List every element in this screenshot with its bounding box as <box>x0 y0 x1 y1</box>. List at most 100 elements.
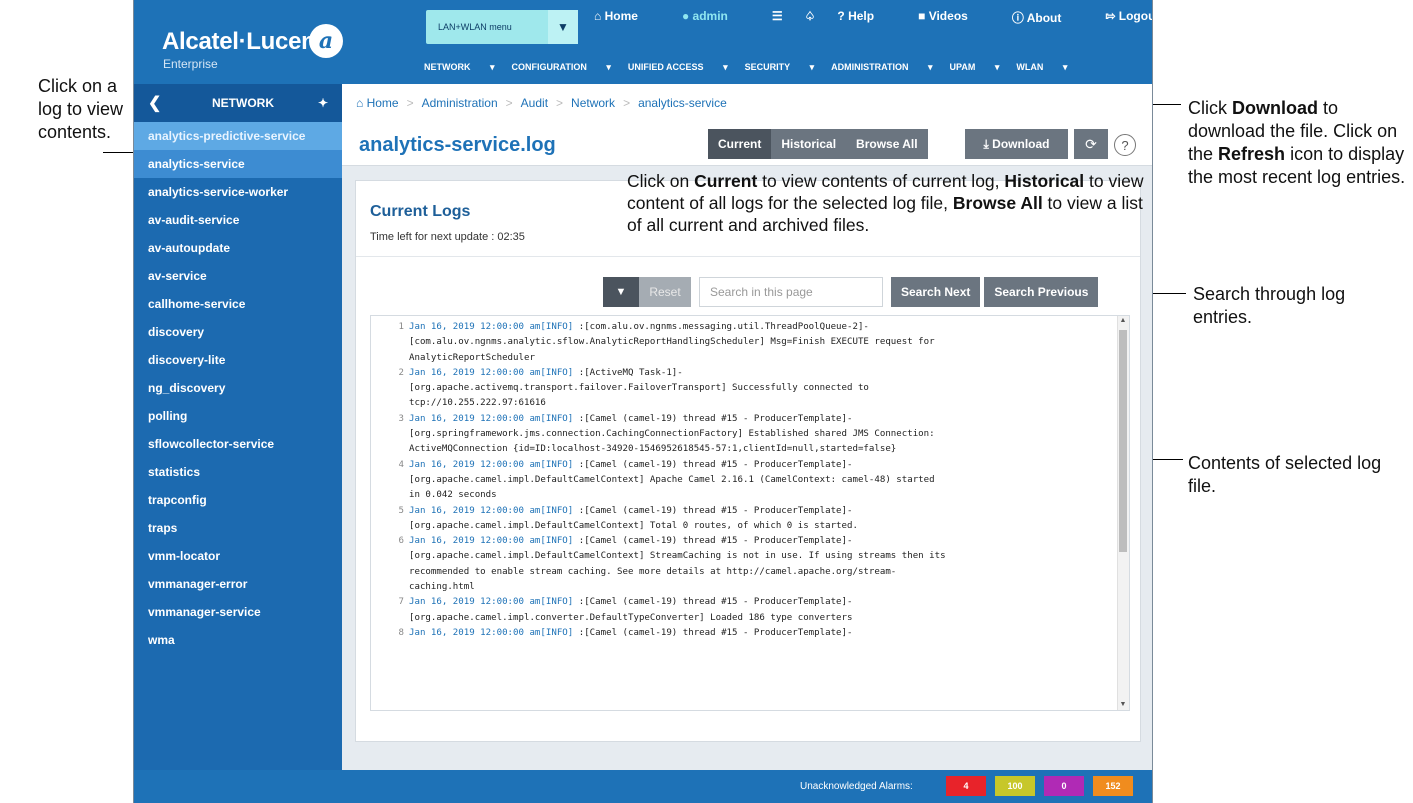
sidebar-item-analytics-service[interactable]: analytics-service <box>134 150 342 178</box>
app-window: Alcatel·Lucent Enterprise a LAN+WLAN men… <box>133 0 1153 803</box>
top-link-home[interactable]: ⌂ Home <box>594 9 660 26</box>
log-timestamp: Jan 16, 2019 12:00:00 am[INFO] <box>409 322 574 332</box>
sidebar-item-vmm-locator[interactable]: vmm-locator <box>134 542 342 570</box>
log-timestamp: Jan 16, 2019 12:00:00 am[INFO] <box>409 597 574 608</box>
top-link-admin-label: admin <box>692 9 728 23</box>
sidebar-item-vmmanager-error[interactable]: vmmanager-error <box>134 570 342 598</box>
sidebar-item-analytics-service-worker[interactable]: analytics-service-worker <box>134 178 342 206</box>
alarm-major[interactable]: 100 <box>995 776 1035 796</box>
back-arrow-icon[interactable]: ❮ <box>148 93 198 113</box>
panel-title: Current Logs <box>370 203 471 220</box>
search-previous-button[interactable]: Search Previous <box>984 277 1099 307</box>
sidebar-item-discovery[interactable]: discovery <box>134 318 342 346</box>
download-icon: ⤓ <box>983 136 993 151</box>
log-line-text: Jan 16, 2019 12:00:00 am[INFO] :[Camel (… <box>409 534 1117 595</box>
sidebar-item-av-audit-service[interactable]: av-audit-service <box>134 206 342 234</box>
breadcrumb-administration[interactable]: Administration <box>422 96 498 110</box>
top-link-videos[interactable]: ■ Videos <box>918 9 990 26</box>
chevron-down-icon: ▼ <box>548 10 578 44</box>
log-entry: 3 Jan 16, 2019 12:00:00 am[INFO] :[Camel … <box>371 412 1117 458</box>
tab-historical[interactable]: Historical <box>771 129 847 159</box>
top-link-help[interactable]: ? Help <box>837 9 896 26</box>
breadcrumb-home[interactable]: Home <box>367 96 399 110</box>
home-icon: ⌂ <box>356 96 367 110</box>
top-link-about[interactable]: ⓘ About <box>1012 9 1084 26</box>
top-link-admin[interactable]: ● admin <box>682 9 750 26</box>
filter-button[interactable]: ▼ <box>603 277 639 307</box>
page-title: analytics-service.log <box>359 134 556 156</box>
reset-button[interactable]: Reset <box>639 277 691 307</box>
tab-browse-all[interactable]: Browse All <box>846 129 928 159</box>
sidebar-item-polling[interactable]: polling <box>134 402 342 430</box>
top-nav: ⌂ Home ● admin ☰ ♤ ? Help ■ Videos ⓘ Abo… <box>594 9 1152 26</box>
log-line-number: 1 <box>398 322 404 332</box>
sidebar-item-trapconfig[interactable]: trapconfig <box>134 486 342 514</box>
header: Alcatel·Lucent Enterprise a LAN+WLAN men… <box>134 0 1152 84</box>
logo-subtitle: Enterprise <box>163 57 218 71</box>
log-message: :[Camel (camel-19) thread #15 - Producer… <box>573 627 853 638</box>
scrollbar-thumb[interactable] <box>1119 330 1127 552</box>
logo-icon: a <box>309 24 343 58</box>
sidebar-item-callhome-service[interactable]: callhome-service <box>134 290 342 318</box>
sidebar-item-traps[interactable]: traps <box>134 514 342 542</box>
search-input[interactable] <box>699 277 883 307</box>
menu-network[interactable]: NETWORK ▾ <box>424 62 495 73</box>
sidebar-item-statistics[interactable]: statistics <box>134 458 342 486</box>
menu-administration[interactable]: ADMINISTRATION ▾ <box>831 62 932 73</box>
help-icon[interactable]: ? <box>1114 134 1136 156</box>
log-entry: 2 Jan 16, 2019 12:00:00 am[INFO] :[Active… <box>371 366 1117 412</box>
sidebar-item-av-autoupdate[interactable]: av-autoupdate <box>134 234 342 262</box>
annotation-search: Search through log entries. <box>1193 284 1346 327</box>
main-nav: NETWORK ▾ CONFIGURATION ▾ UNIFIED ACCESS… <box>424 62 1084 73</box>
pin-icon[interactable]: ✦ <box>318 96 328 110</box>
sidebar-item-vmmanager-service[interactable]: vmmanager-service <box>134 598 342 626</box>
top-link-videos-label: Videos <box>928 9 968 23</box>
tab-current[interactable]: Current <box>708 129 772 159</box>
menu-configuration[interactable]: CONFIGURATION ▾ <box>512 62 611 73</box>
top-link-logout[interactable]: ⇰ Logout <box>1105 9 1152 26</box>
scrollbar[interactable]: ▲ ▼ <box>1117 316 1129 710</box>
sidebar-item-ng-discovery[interactable]: ng_discovery <box>134 374 342 402</box>
sidebar-item-av-service[interactable]: av-service <box>134 262 342 290</box>
log-line-number: 5 <box>398 505 404 516</box>
sidebar-item-sflowcollector-service[interactable]: sflowcollector-service <box>134 430 342 458</box>
sidebar: ❮ NETWORK ✦ analytics-predictive-service… <box>134 84 342 770</box>
log-line-text: Jan 16, 2019 12:00:00 am[INFO] :[Camel (… <box>409 458 1117 504</box>
alarms-label: Unacknowledged Alarms: <box>800 781 913 792</box>
breadcrumb-network[interactable]: Network <box>571 96 615 110</box>
log-lines: 1 Jan 16, 2019 12:00:00 am[INFO] :[com.al… <box>371 320 1117 641</box>
log-line-number: 7 <box>398 597 404 608</box>
search-next-button[interactable]: Search Next <box>891 277 981 307</box>
breadcrumb-audit[interactable]: Audit <box>521 96 548 110</box>
menu-wlan[interactable]: WLAN ▾ <box>1016 62 1067 73</box>
log-timestamp: Jan 16, 2019 12:00:00 am[INFO] <box>409 505 574 516</box>
top-link-about-label: About <box>1026 11 1062 25</box>
top-link-logout-label: Logout <box>1118 9 1152 23</box>
search-toolbar: ▼ Reset Search Next Search Previous <box>603 277 1099 307</box>
list-icon[interactable]: ☰ <box>772 9 783 26</box>
filter-icon: ▼ <box>615 286 627 298</box>
log-viewer[interactable]: 1 Jan 16, 2019 12:00:00 am[INFO] :[com.al… <box>370 315 1130 711</box>
menu-security[interactable]: SECURITY ▾ <box>745 62 815 73</box>
refresh-button[interactable]: ⟳ <box>1074 129 1108 159</box>
alarm-critical[interactable]: 4 <box>946 776 986 796</box>
log-timestamp: Jan 16, 2019 12:00:00 am[INFO] <box>409 627 574 638</box>
menu-upam[interactable]: UPAM ▾ <box>950 62 1000 73</box>
sidebar-item-analytics-predictive-service[interactable]: analytics-predictive-service <box>134 122 342 150</box>
alarm-minor[interactable]: 0 <box>1044 776 1084 796</box>
download-button[interactable]: ⤓ Download <box>965 129 1068 159</box>
sidebar-title: NETWORK <box>212 96 274 110</box>
scroll-down-icon[interactable]: ▼ <box>1119 701 1127 708</box>
log-entry: 1 Jan 16, 2019 12:00:00 am[INFO] :[com.al… <box>371 320 1117 366</box>
menu-unified-access[interactable]: UNIFIED ACCESS ▾ <box>628 62 728 73</box>
notification-icon[interactable]: ♤ <box>805 9 816 26</box>
menu-select[interactable]: LAN+WLAN menu ▼ <box>426 10 578 44</box>
alarm-warning[interactable]: 152 <box>1093 776 1133 796</box>
menu-select-value: LAN+WLAN menu <box>438 22 512 32</box>
scroll-up-icon[interactable]: ▲ <box>1119 317 1127 324</box>
annotation-current: Click on Current to view contents of cur… <box>627 171 1144 235</box>
sidebar-item-discovery-lite[interactable]: discovery-lite <box>134 346 342 374</box>
download-label: Download <box>992 137 1050 151</box>
sidebar-item-wma[interactable]: wma <box>134 626 342 654</box>
log-line-number: 2 <box>398 367 404 378</box>
